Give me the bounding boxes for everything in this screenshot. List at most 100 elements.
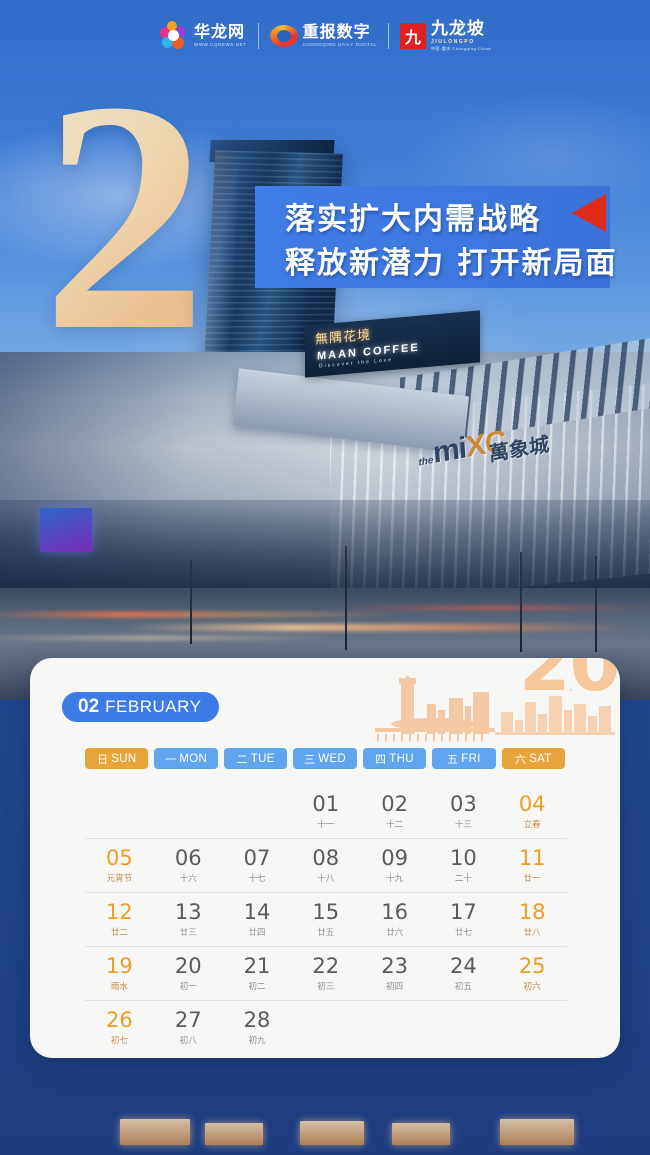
calendar-day-cell[interactable]: 26 初七 <box>85 1009 154 1046</box>
calendar-day-empty <box>498 1009 567 1046</box>
weekday-pill-thu[interactable]: 四 THU <box>362 748 427 769</box>
calendar-day-cell[interactable]: 22 初三 <box>291 955 360 992</box>
storefront-glass-row <box>0 500 650 590</box>
jiulongpo-name-cn: 九龙坡 <box>430 19 485 39</box>
calendar-day-cell[interactable]: 02 十二 <box>360 793 429 830</box>
day-lunar-label: 十三 <box>454 820 472 831</box>
weekday-label-en: THU <box>389 752 414 765</box>
calendar-day-cell[interactable]: 04 立春 <box>498 793 567 830</box>
calendar-day-cell[interactable]: 24 初五 <box>429 955 498 992</box>
day-number: 09 <box>381 846 408 871</box>
month-name: FEBRUARY <box>105 697 202 716</box>
calendar-day-cell[interactable]: 15 廿五 <box>291 901 360 938</box>
weekday-label-cn: 四 <box>374 752 387 766</box>
day-lunar-label: 立春 <box>523 820 541 831</box>
day-lunar-label: 十六 <box>179 874 197 885</box>
calendar-day-cell[interactable]: 19 雨水 <box>85 955 154 992</box>
calendar-day-cell[interactable]: 25 初六 <box>498 955 567 992</box>
day-lunar-label: 初二 <box>248 982 266 993</box>
mixc-the: the <box>418 455 434 469</box>
headline-line-2: 释放新潜力 打开新局面 <box>285 246 618 281</box>
month-number: 02 <box>78 696 100 717</box>
day-number: 13 <box>174 900 202 925</box>
cqdaily-name-cn: 重报数字 <box>302 22 371 42</box>
weekday-label-cn: 一 <box>165 752 177 766</box>
banner-triangle-icon <box>572 194 606 232</box>
weekday-pill-wed[interactable]: 三 WED <box>293 748 357 769</box>
day-lunar-label: 二十 <box>454 874 472 885</box>
day-number: 14 <box>243 900 271 925</box>
shop-window <box>205 1123 263 1145</box>
day-lunar-label: 廿三 <box>179 928 197 939</box>
logo-chongqing-daily-digital[interactable]: 重报数字 CHONGQING DAILY DIGITAL <box>259 24 388 48</box>
logo-jiulongpo[interactable]: 九 九龙坡 JIULONGPO 中国·重庆 Chongqing·China <box>389 21 502 51</box>
calendar-day-cell[interactable]: 27 初八 <box>154 1009 223 1046</box>
calendar-year: 2023 <box>519 658 620 708</box>
day-lunar-label: 廿八 <box>523 928 541 939</box>
chongqing-daily-swirl-icon <box>269 25 298 47</box>
day-number: 03 <box>450 792 477 816</box>
month-pill[interactable]: 02 FEBRUARY <box>62 692 220 722</box>
day-lunar-label: 初八 <box>179 1036 197 1047</box>
street-light-pole <box>520 552 522 652</box>
hualong-name-en: WWW.CQNEWS.NET <box>193 42 247 48</box>
day-number: 15 <box>312 900 340 925</box>
weekday-label-en: SUN <box>111 752 137 765</box>
day-number: 05 <box>106 846 133 871</box>
weekday-pill-fri[interactable]: 五 FRI <box>432 748 496 769</box>
calendar-day-cell[interactable]: 01 十一 <box>291 793 360 830</box>
calendar-day-cell[interactable]: 23 初四 <box>360 955 429 992</box>
day-lunar-label: 廿四 <box>248 928 266 939</box>
day-number: 26 <box>106 1008 133 1033</box>
calendar-day-cell[interactable]: 13 廿三 <box>154 901 223 938</box>
calendar-day-cell[interactable]: 12 廿二 <box>85 901 154 938</box>
calendar-day-cell[interactable]: 21 初二 <box>223 955 292 992</box>
day-number: 18 <box>518 900 546 925</box>
day-number: 04 <box>518 792 546 816</box>
hualong-name-cn: 华龙网 <box>193 22 245 42</box>
day-number: 22 <box>312 954 340 979</box>
day-number: 28 <box>243 1008 271 1033</box>
calendar-day-cell[interactable]: 28 初九 <box>223 1009 292 1046</box>
calendar-poster: 2 無隅花境 MAAN COFFEE Discover the Love the… <box>0 0 650 1155</box>
street-light-pole <box>595 556 597 652</box>
calendar-day-cell[interactable]: 18 廿八 <box>498 901 567 938</box>
day-number: 01 <box>312 792 340 816</box>
day-number: 11 <box>518 846 546 871</box>
calendar-day-cell[interactable]: 16 廿六 <box>360 901 429 938</box>
calendar-day-empty <box>85 793 154 830</box>
weekday-label-cn: 六 <box>514 752 527 766</box>
calendar-week-row: 12 廿二 13 廿三 14 廿四 15 廿五 16 廿六 17 廿七 18 廿八 <box>85 892 567 946</box>
shop-window <box>120 1119 190 1145</box>
calendar-day-cell[interactable]: 03 十三 <box>429 793 498 830</box>
street-light-pole <box>345 546 347 650</box>
weekday-pill-sat[interactable]: 六 SAT <box>501 748 565 769</box>
calendar-day-cell[interactable]: 05 元宵节 <box>85 847 154 884</box>
day-number: 07 <box>243 846 271 871</box>
day-number: 08 <box>312 846 340 871</box>
day-number: 23 <box>381 954 408 979</box>
weekday-pill-sun[interactable]: 日 SUN <box>85 748 149 769</box>
calendar-day-cell[interactable]: 06 十六 <box>154 847 223 884</box>
day-lunar-label: 廿一 <box>523 874 541 885</box>
day-lunar-label: 雨水 <box>110 982 128 993</box>
calendar-day-empty <box>223 793 292 830</box>
calendar-day-cell[interactable]: 20 初一 <box>154 955 223 992</box>
weekday-label-en: TUE <box>250 752 275 765</box>
calendar-week-row: 01 十一 02 十二 03 十三 04 立春 <box>85 784 567 838</box>
calendar-day-cell[interactable]: 17 廿七 <box>429 901 498 938</box>
headline-banner: 落实扩大内需战略 释放新潜力 打开新局面 <box>255 186 615 288</box>
calendar-day-cell[interactable]: 10 二十 <box>429 847 498 884</box>
weekday-header-row: 日 SUN 一 MON 二 TUE 三 WED 四 THU 五 FRI 六 SAT <box>85 748 565 769</box>
calendar-day-cell[interactable]: 08 十八 <box>291 847 360 884</box>
calendar-day-cell[interactable]: 11 廿一 <box>498 847 567 884</box>
calendar-day-cell[interactable]: 14 廿四 <box>223 901 292 938</box>
weekday-pill-tue[interactable]: 二 TUE <box>223 748 288 769</box>
day-number: 25 <box>518 954 546 979</box>
weekday-pill-mon[interactable]: 一 MON <box>154 748 218 769</box>
logo-hualongwang[interactable]: 华龙网 WWW.CQNEWS.NET <box>148 21 258 51</box>
day-lunar-label: 十一 <box>317 820 335 831</box>
calendar-day-empty <box>291 1009 360 1046</box>
calendar-day-cell[interactable]: 07 十七 <box>223 847 292 884</box>
calendar-day-cell[interactable]: 09 十九 <box>360 847 429 884</box>
